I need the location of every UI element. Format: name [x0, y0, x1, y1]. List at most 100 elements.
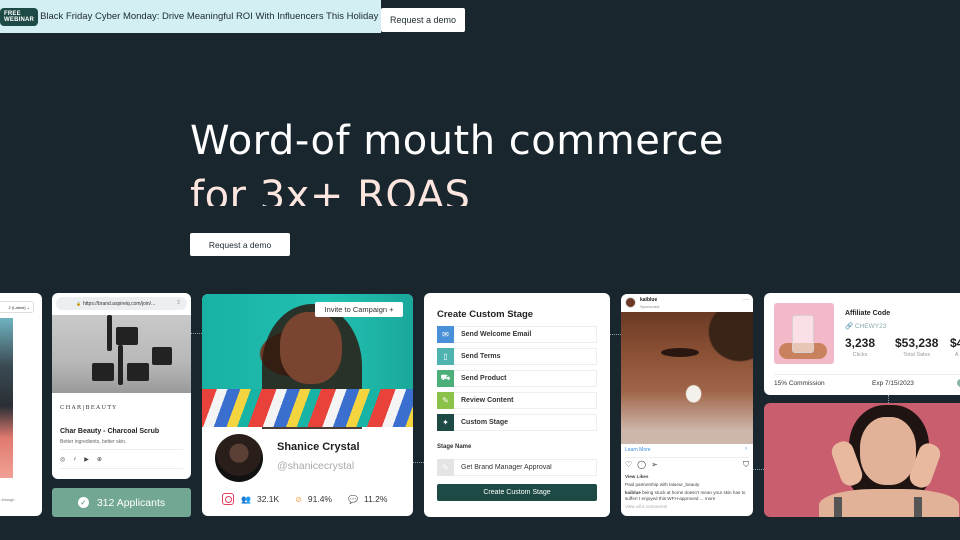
version-select-value: 2 (Latest) [8, 304, 26, 310]
post-avatar [625, 297, 636, 308]
stat-label: Clicks [852, 352, 868, 358]
brand-logo: CHAR|BEAUTY [60, 405, 118, 411]
product-image [52, 315, 191, 393]
share-icon[interactable]: ⇪ [176, 299, 181, 306]
photo-detail [834, 497, 842, 517]
stat-total-sales: $53,238 Total Sales [895, 336, 938, 358]
bookmark-icon[interactable]: ⛉ [743, 460, 749, 470]
stat-value: $4 [950, 336, 960, 350]
stage-label: Send Terms [461, 353, 501, 360]
connector [610, 334, 621, 335]
check-circle-icon: ⊘ [295, 494, 302, 504]
expiry-date: Exp 7/15/2023 [872, 380, 914, 387]
stage-option[interactable]: ▯ Send Terms [437, 347, 597, 365]
lock-icon: 🔒 [76, 301, 81, 306]
stage-name-label: Stage Name [437, 444, 472, 450]
affiliate-code-value: CHEWY23 [854, 323, 887, 330]
partial-content-card: 2 (Latest) ⌄ uary 1 through [0, 293, 42, 516]
creator-name: Shanice Crystal [277, 441, 360, 453]
more-options-icon[interactable]: ··· [743, 297, 749, 303]
affiliate-card: Affiliate Code 🔗 CHEWY23 3,238 Clicks $5… [764, 293, 960, 395]
view-comments-link[interactable]: View all 5 comments [625, 504, 749, 510]
stage-option[interactable]: ✦ Custom Stage [437, 413, 597, 431]
creator-photo-card [764, 403, 960, 517]
youtube-icon[interactable]: ▶ [84, 456, 89, 463]
chevron-right-icon[interactable]: › [745, 446, 747, 452]
divider [60, 449, 183, 450]
hero-headline: Word-of mouth commerce [190, 118, 724, 164]
followers-icon: 👥 [241, 494, 251, 504]
connector [191, 333, 202, 334]
post-username[interactable]: kaiblue [640, 297, 657, 303]
version-select[interactable]: 2 (Latest) ⌄ [0, 301, 34, 313]
stage-name-input[interactable] [461, 464, 591, 471]
pencil-icon: ✎ [437, 391, 454, 409]
product-image [774, 303, 834, 364]
applicants-count: 312 Applicants [96, 496, 166, 509]
pencil-icon: ✎ [437, 458, 454, 476]
instagram-icon[interactable]: ◎ [60, 456, 65, 463]
product-jar [92, 363, 114, 381]
creator-avatar [215, 434, 263, 482]
card-title: Create Custom Stage [437, 309, 534, 320]
hero-subheadline: for 3x+ ROAS [190, 173, 471, 206]
view-likes[interactable]: View Likes [625, 474, 749, 480]
content-caption: uary 1 through [0, 498, 15, 502]
stat-clicks: 3,238 Clicks [845, 336, 875, 358]
invite-to-campaign-button[interactable]: Invite to Campaign + [315, 302, 403, 317]
product-subtitle: Better ingredients, better skin. [60, 439, 127, 445]
creator-stats: 👥 32.1K ⊘ 91.4% 💬 11.2% [222, 493, 403, 505]
landing-page-card: 🔒 https://brand.aspireiq.com/join/... ⇪ … [52, 293, 191, 479]
photo-detail [280, 312, 342, 384]
product-jar [152, 347, 172, 365]
connector [888, 395, 889, 403]
stage-name-field[interactable]: ✎ [437, 458, 597, 476]
sponsored-label: Sponsored [640, 304, 660, 309]
document-icon: ▯ [437, 347, 454, 365]
stage-option[interactable]: ⛟ Send Product [437, 369, 597, 387]
product-jar [116, 327, 138, 345]
stage-label: Review Content [461, 397, 514, 404]
url-text: https://brand.aspireiq.com/join/... [82, 300, 156, 307]
stat-value: $53,238 [895, 336, 939, 350]
header-request-demo-button[interactable]: Request a demo [381, 8, 465, 32]
followers-count: 32.1K [256, 494, 280, 504]
product-title: Char Beauty - Charcoal Scrub [60, 428, 160, 435]
affiliate-code-label: Affiliate Code [845, 310, 891, 317]
tiktok-icon[interactable]: ♪ [73, 456, 76, 463]
engagement-icon: 💬 [348, 494, 358, 504]
engagement-value: 11.2% [363, 494, 388, 504]
stage-option[interactable]: ✉ Send Welcome Email [437, 325, 597, 343]
creator-handle: @shanicecrystal [277, 460, 355, 472]
stage-option[interactable]: ✎ Review Content [437, 391, 597, 409]
photo-detail [914, 497, 922, 517]
learn-more-link[interactable]: Learn More [625, 447, 651, 453]
affiliate-code[interactable]: 🔗 CHEWY23 [845, 322, 886, 330]
check-circle-icon: ✓ [77, 497, 89, 508]
create-custom-stage-button[interactable]: Create Custom Stage [437, 484, 597, 501]
create-custom-stage-card: Create Custom Stage ✉ Send Welcome Email… [424, 293, 610, 517]
share-icon[interactable]: ➢ [651, 460, 658, 469]
partnership-label: Paid partnership with lalueur_beauty [625, 482, 700, 487]
stat-label: A [954, 352, 959, 358]
post-caption: kaiblue being stuck at home doesn't mean… [625, 490, 749, 502]
hero-subheadline-wrap: for 3x+ ROAS [190, 172, 470, 206]
globe-icon[interactable]: ⊕ [97, 456, 102, 463]
connector [413, 462, 424, 463]
divider [774, 374, 960, 375]
photo-detail [661, 348, 699, 357]
stat-label: Total Sales [903, 352, 931, 358]
link-icon: 🔗 [845, 323, 854, 330]
webinar-banner[interactable]: FREE WEBINAR Black Friday Cyber Monday: … [0, 0, 418, 33]
stage-label: Send Welcome Email [461, 331, 532, 338]
applicants-badge[interactable]: ✓ 312 Applicants [52, 488, 191, 517]
hero-request-demo-button[interactable]: Request a demo [190, 233, 290, 256]
photo-detail [792, 315, 814, 353]
comment-icon[interactable]: ◯ [637, 460, 646, 469]
banner-text[interactable]: Black Friday Cyber Monday: Drive Meaning… [40, 11, 413, 22]
url-bar[interactable]: 🔒 https://brand.aspireiq.com/join/... ⇪ [56, 297, 187, 310]
photo-detail [202, 389, 413, 427]
heart-icon[interactable]: ♡ [625, 460, 632, 469]
rating-value: 91.4% [307, 494, 332, 504]
post-image [621, 312, 753, 444]
